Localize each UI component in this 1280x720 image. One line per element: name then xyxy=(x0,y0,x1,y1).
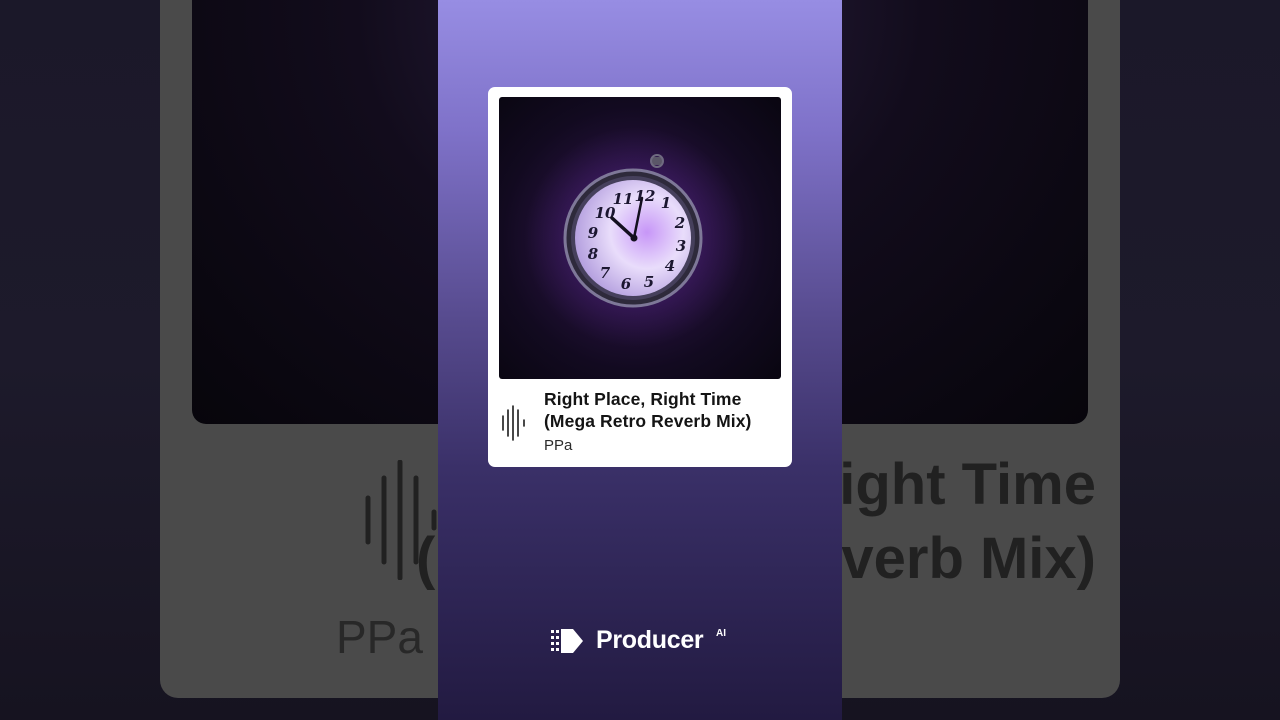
clock-numeral: 2 xyxy=(674,214,685,232)
clock-numeral: 7 xyxy=(600,264,611,282)
track-title: Right Place, Right Time (Mega Retro Reve… xyxy=(544,389,752,431)
track-artist: PPa xyxy=(544,437,573,454)
clock-numeral: 9 xyxy=(588,224,599,242)
album-artwork: 12 1 2 3 4 5 6 7 8 9 10 11 xyxy=(499,97,781,379)
clock-numeral: 12 xyxy=(635,187,656,205)
clock-numeral: 1 xyxy=(661,194,671,212)
brand-suffix: AI xyxy=(716,628,726,639)
brand-watermark: Producer AI xyxy=(551,626,751,658)
clock-numeral: 11 xyxy=(613,190,634,208)
brand-name: Producer xyxy=(596,626,704,654)
clock-numeral: 6 xyxy=(621,275,632,293)
clock-artwork: 12 1 2 3 4 5 6 7 8 9 10 11 xyxy=(525,127,745,347)
clock-numeral: 5 xyxy=(644,273,654,291)
clock-numeral: 3 xyxy=(676,237,686,255)
waveform-icon xyxy=(502,405,525,441)
background-track-artist: PPa xyxy=(336,611,423,663)
video-panel: 12 1 2 3 4 5 6 7 8 9 10 11 Right Place, … xyxy=(438,0,842,720)
clock-numeral: 8 xyxy=(588,245,599,263)
clock-numeral: 4 xyxy=(665,257,675,275)
track-card[interactable]: 12 1 2 3 4 5 6 7 8 9 10 11 Right Place, … xyxy=(488,87,792,467)
producer-logo-icon xyxy=(551,629,583,653)
